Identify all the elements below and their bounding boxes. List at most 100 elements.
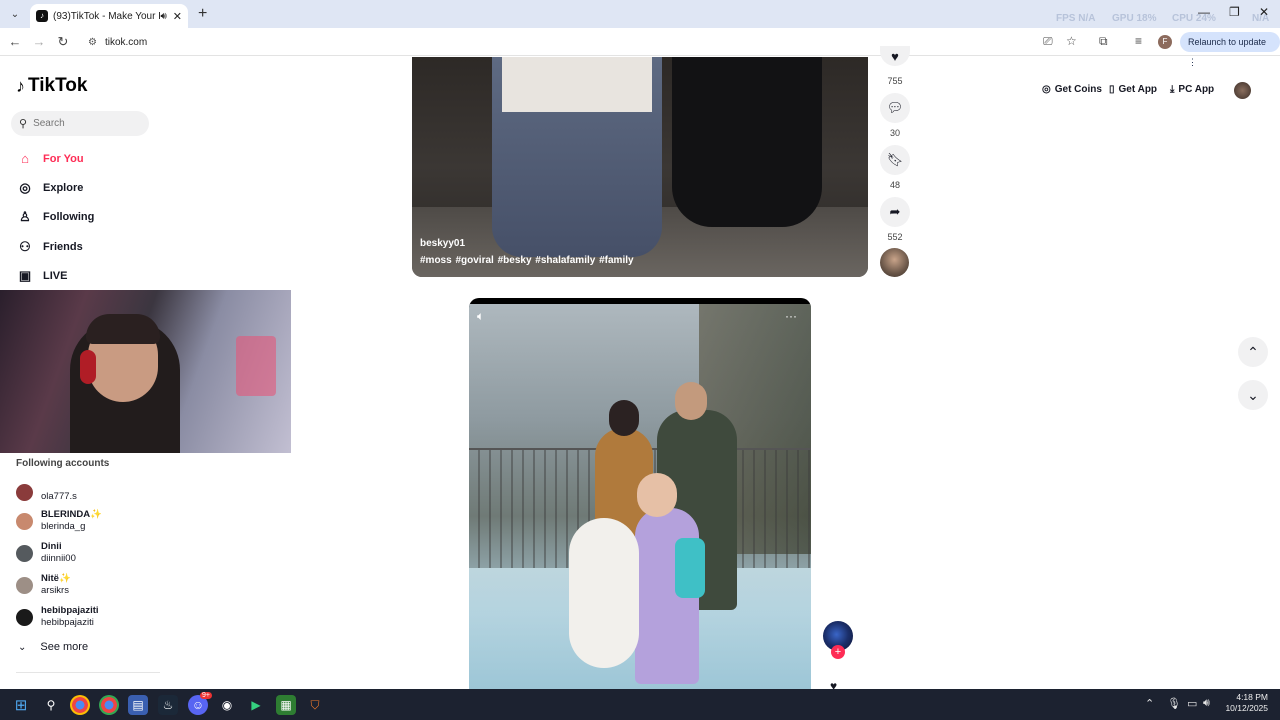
see-more-button[interactable]: ⌄ See more [18, 641, 88, 653]
network-icon[interactable]: ▭ [1187, 697, 1197, 710]
forward-icon[interactable]: → [27, 34, 51, 49]
reload-icon[interactable]: ↻ [51, 34, 75, 50]
hud-fps: FPS N/A [1056, 13, 1096, 24]
user-avatar[interactable] [1234, 82, 1251, 99]
nav-friends[interactable]: ⚇ Friends [16, 239, 83, 255]
nav-live[interactable]: ▣ LIVE [16, 268, 68, 284]
save-count: 48 [889, 180, 900, 190]
browser-toolbar: ← → ↻ ⚙ tikok.com ⎚ ☆ ⧉ ≡ [0, 28, 1280, 56]
coin-icon: ◎ [1042, 84, 1051, 95]
restore-icon[interactable]: ❐ [1229, 5, 1240, 19]
minimize-icon[interactable]: — [1198, 5, 1210, 19]
obs-icon[interactable]: ◉ [217, 695, 237, 715]
extensions-icon[interactable]: ⧉ [1099, 34, 1108, 49]
video-author[interactable]: beskyy01 [420, 238, 465, 249]
system-clock[interactable]: 4:18 PM 10/12/2025 [1222, 692, 1268, 714]
video-player-2[interactable] [469, 298, 811, 690]
comment-button[interactable]: 💬︎ [880, 93, 910, 123]
chevron-down-icon: ⌄ [18, 641, 27, 653]
steam-icon[interactable]: ♨ [158, 695, 178, 715]
account-item[interactable]: ola777.s [16, 481, 77, 503]
bookmark-icon: 🔖︎ [886, 152, 904, 167]
avatar [16, 576, 33, 594]
volume-tray-icon[interactable]: 🔊︎ [1203, 697, 1210, 710]
avatar [16, 483, 33, 501]
search-taskbar-icon[interactable]: ⚲ [41, 695, 61, 715]
microphone-icon[interactable]: 🎙︎ [1167, 697, 1181, 710]
search-icon: ⚲ [19, 118, 28, 130]
comment-icon: 💬︎ [886, 100, 904, 115]
follow-plus-button[interactable]: + [831, 645, 845, 659]
brave-icon[interactable]: ⛉ [305, 695, 325, 715]
back-icon[interactable]: ← [3, 34, 27, 49]
account-item[interactable]: Nitë✨ arsikrs [16, 573, 71, 597]
avatar [16, 544, 33, 562]
video-hashtags[interactable]: #moss #goviral #besky #shalafamily #fami… [420, 255, 634, 266]
following-accounts-title: Following accounts [16, 458, 110, 469]
nav-for-you[interactable]: ⌂ For You [16, 151, 83, 166]
share-icon: ➦ [889, 204, 901, 219]
new-tab-button[interactable]: + [198, 5, 207, 23]
account-item[interactable]: BLERINDA✨ blerinda_g [16, 509, 102, 533]
phone-icon: ▯ [1109, 84, 1115, 95]
more-icon[interactable]: ··· [785, 309, 797, 323]
heart-icon: ♥ [891, 48, 899, 64]
hud-gpu: GPU 18% [1112, 13, 1157, 24]
account-item[interactable]: hebibpajaziti hebibpajaziti [16, 605, 99, 629]
calculator-icon[interactable]: ▦ [276, 695, 296, 715]
site-info-icon[interactable]: ⚙ [88, 37, 97, 48]
tab-search-button[interactable]: ⌄ [3, 3, 27, 25]
notification-badge: 9+ [200, 692, 212, 699]
url-text: tikok.com [104, 36, 148, 48]
relaunch-button[interactable]: Relaunch to update ⋮ [1180, 32, 1280, 67]
avatar [16, 512, 33, 530]
windows-start-icon[interactable]: ⊞ [11, 695, 31, 715]
install-app-icon[interactable]: ⎚ [1043, 34, 1053, 49]
download-icon: ⤓ [1170, 84, 1175, 95]
tiktok-logo[interactable]: ♪ TikTok [16, 75, 87, 97]
like-count: 755 [887, 76, 903, 86]
live-icon: ▣ [18, 268, 32, 283]
like-button[interactable]: ♥ [880, 46, 910, 66]
avatar [16, 608, 33, 626]
nav-explore[interactable]: ◎ Explore [16, 180, 83, 196]
chevron-up-icon: ⌃ [1247, 343, 1259, 360]
nav-following[interactable]: ♙ Following [16, 209, 94, 225]
volume-icon[interactable]: 🔈︎ [477, 309, 484, 324]
compass-icon: ◎ [19, 180, 31, 195]
pc-app-link[interactable]: ⤓ PC App [1170, 84, 1214, 95]
browser-tab[interactable]: ♪ (93)TikTok - Make Your Day 🔊︎ ✕ [30, 4, 188, 28]
chrome-icon[interactable] [70, 695, 90, 715]
friends-icon: ⚇ [19, 239, 31, 254]
creator-avatar[interactable] [880, 248, 909, 277]
address-bar[interactable]: ⚙ tikok.com [80, 31, 1090, 53]
media-controls-icon[interactable]: ≡ [1135, 34, 1142, 48]
browser-profile-avatar[interactable]: F [1158, 35, 1172, 49]
app-icon[interactable]: ▤ [128, 695, 148, 715]
close-window-icon[interactable]: ✕ [1259, 5, 1269, 19]
get-coins-link[interactable]: ◎ Get Coins [1042, 84, 1102, 95]
scroll-down-button[interactable]: ⌄ [1238, 380, 1268, 410]
media-player-icon[interactable]: ▶ [246, 695, 266, 715]
scroll-up-button[interactable]: ⌃ [1238, 337, 1268, 367]
tab-title: (93)TikTok - Make Your Day [53, 10, 160, 22]
tray-expand-icon[interactable]: ⌃ [1145, 697, 1154, 710]
share-button[interactable]: ➦ [880, 197, 910, 227]
search-input[interactable] [33, 118, 134, 129]
save-button[interactable]: 🔖︎ [880, 145, 910, 175]
account-item[interactable]: Dinii diinnii00 [16, 541, 76, 565]
close-tab-icon[interactable]: ✕ [173, 10, 182, 23]
webcam-overlay [0, 290, 291, 453]
bookmark-star-icon[interactable]: ☆ [1066, 34, 1077, 48]
chrome-profile-icon[interactable] [99, 695, 119, 715]
search-box[interactable]: ⚲ [11, 111, 149, 136]
divider [16, 672, 160, 673]
video-player-1[interactable]: beskyy01 #moss #goviral #besky #shalafam… [412, 57, 868, 277]
person-icon: ♙ [19, 209, 31, 224]
get-app-link[interactable]: ▯ Get App [1109, 84, 1157, 95]
speaker-icon[interactable]: 🔊︎ [160, 11, 166, 22]
comment-count: 30 [889, 128, 900, 138]
share-count: 552 [887, 232, 903, 242]
chevron-down-icon: ⌄ [1247, 386, 1259, 403]
tiktok-note-icon: ♪ [16, 75, 25, 96]
